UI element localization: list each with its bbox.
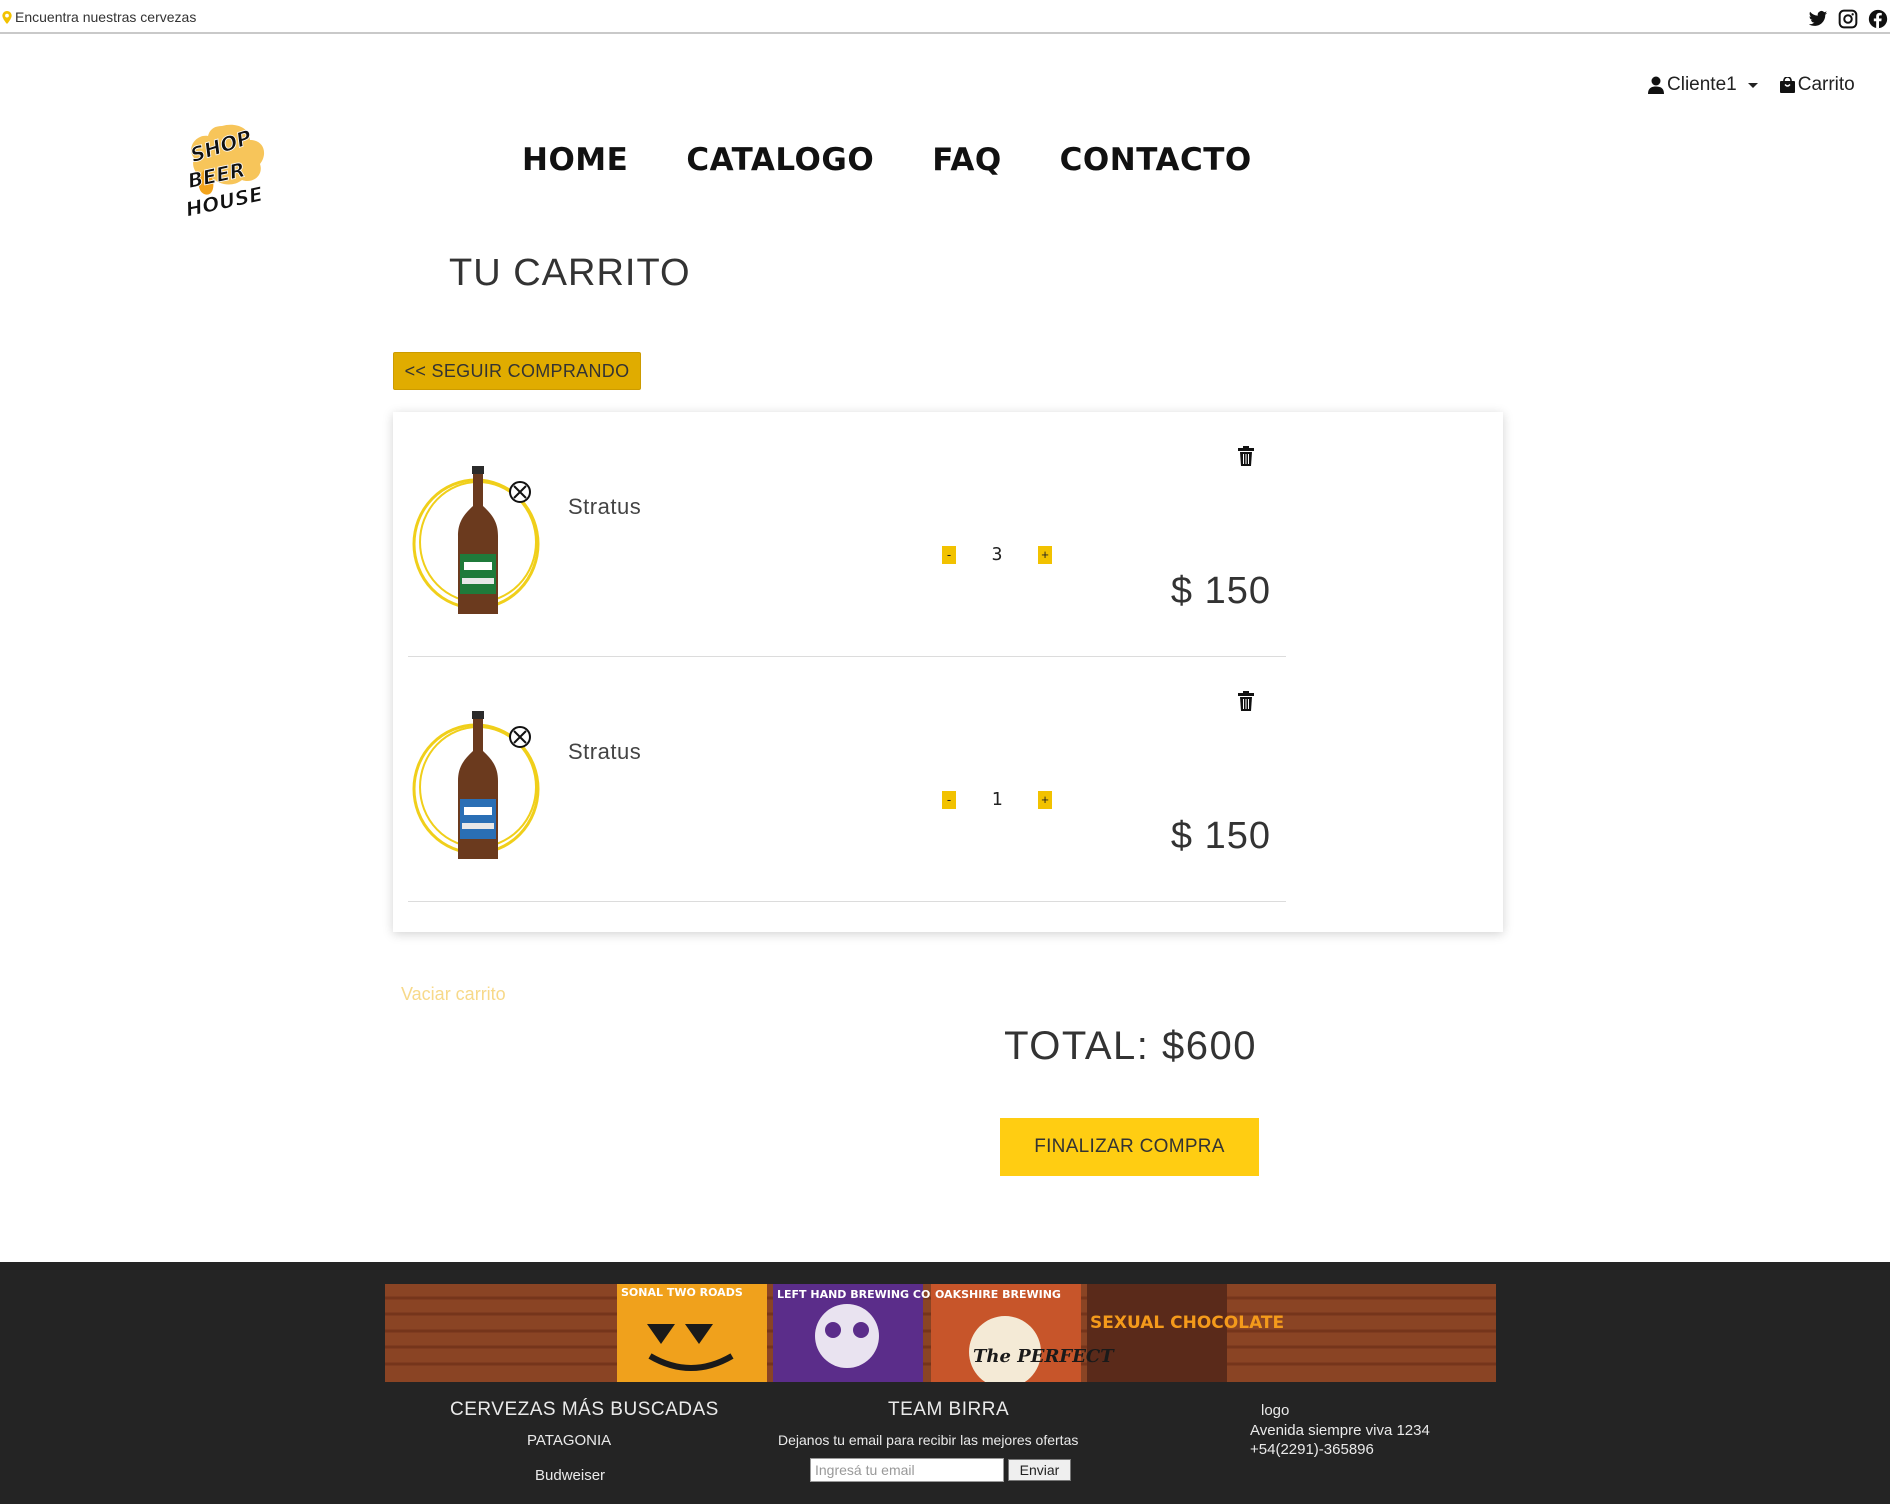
- cart-items-panel: Stratus - 3 + $ 150 Stratus - 1 + $ 150: [393, 412, 1503, 932]
- footer-address: Avenida siempre viva 1234: [1250, 1422, 1430, 1439]
- bottle-label: [460, 799, 496, 839]
- user-name: Cliente1: [1667, 74, 1737, 95]
- product-image: [412, 711, 540, 859]
- nav-catalogo[interactable]: CATALOGO: [686, 142, 874, 178]
- top-bar: Encuentra nuestras cervezas: [0, 0, 1890, 34]
- product-name: Stratus: [568, 739, 642, 764]
- footer-popular-item[interactable]: Budweiser: [535, 1467, 605, 1484]
- checkout-button[interactable]: FINALIZAR COMPRA: [1000, 1118, 1259, 1176]
- beer-bottles-banner: SONAL TWO ROADS LEFT HAND BREWING CO OAK…: [385, 1284, 1496, 1382]
- nav-contacto[interactable]: CONTACTO: [1060, 142, 1252, 178]
- footer-popular-item[interactable]: PATAGONIA: [527, 1432, 611, 1449]
- footer-popular-title: CERVEZAS MÁS BUSCADAS: [450, 1399, 719, 1420]
- decrement-button[interactable]: -: [942, 545, 956, 564]
- social-links: [1808, 9, 1888, 29]
- banner-label: OAKSHIRE BREWING: [935, 1288, 1061, 1301]
- footer-newsletter-title: TEAM BIRRA: [888, 1399, 1010, 1420]
- banner-label: LEFT HAND BREWING CO: [777, 1288, 930, 1301]
- product-name: Stratus: [568, 494, 642, 519]
- nav-faq[interactable]: FAQ: [932, 142, 1001, 178]
- shop-beer-house-logo[interactable]: SHOP BEER HOUSE: [178, 118, 270, 224]
- store-locator-text: Encuentra nuestras cervezas: [15, 9, 197, 25]
- chevron-down-icon: [1747, 82, 1758, 88]
- footer-logo-placeholder: logo: [1261, 1402, 1290, 1419]
- twitter-icon[interactable]: [1808, 9, 1828, 29]
- page-title: TU CARRITO: [449, 252, 691, 294]
- user-dropdown[interactable]: Cliente1: [1648, 74, 1758, 96]
- newsletter-send-button[interactable]: Enviar: [1008, 1459, 1071, 1481]
- item-price: $ 150: [1170, 570, 1271, 612]
- cart-link[interactable]: Carrito: [1779, 74, 1855, 96]
- increment-button[interactable]: +: [1038, 545, 1052, 564]
- quantity-stepper: - 1 +: [942, 789, 1052, 810]
- footer-newsletter-text: Dejanos tu email para recibir las mejore…: [778, 1432, 1079, 1448]
- user-icon: [1648, 76, 1664, 94]
- trash-icon[interactable]: [1238, 691, 1254, 711]
- quantity-stepper: - 3 +: [942, 544, 1052, 565]
- banner-label: SEXUAL CHOCOLATE: [1090, 1313, 1284, 1333]
- nav-home[interactable]: HOME: [522, 142, 628, 178]
- quantity-value: 3: [991, 544, 1003, 565]
- banner-label: SONAL TWO ROADS: [621, 1286, 743, 1299]
- cart-total: TOTAL: $600: [1004, 1024, 1257, 1068]
- cart-item: Stratus - 1 + $ 150: [408, 657, 1286, 902]
- quantity-value: 1: [991, 789, 1003, 810]
- newsletter-email-input[interactable]: Ingresá tu email: [810, 1458, 1004, 1482]
- main-nav: HOME CATALOGO FAQ CONTACTO: [522, 142, 1252, 178]
- banner-label: The PERFECT: [973, 1346, 1115, 1367]
- trash-icon[interactable]: [1238, 446, 1254, 466]
- store-locator-link[interactable]: Encuentra nuestras cervezas: [2, 9, 196, 25]
- increment-button[interactable]: +: [1038, 790, 1052, 809]
- cart-link-label: Carrito: [1797, 74, 1855, 95]
- continue-shopping-button[interactable]: << SEGUIR COMPRANDO: [393, 352, 641, 390]
- facebook-icon[interactable]: [1868, 9, 1888, 29]
- footer-phone: +54(2291)-365896: [1250, 1441, 1374, 1458]
- cart-item: Stratus - 3 + $ 150: [408, 412, 1286, 657]
- instagram-icon[interactable]: [1838, 9, 1858, 29]
- product-image: [412, 466, 540, 614]
- shopping-bag-icon: [1779, 77, 1795, 93]
- footer: SONAL TWO ROADS LEFT HAND BREWING CO OAK…: [0, 1262, 1890, 1504]
- bottle-label: [460, 554, 496, 594]
- item-price: $ 150: [1170, 815, 1271, 857]
- decrement-button[interactable]: -: [942, 790, 956, 809]
- empty-cart-link[interactable]: Vaciar carrito: [401, 984, 506, 1005]
- location-pin-icon: [2, 10, 12, 24]
- account-menu: Cliente1 Carrito: [1648, 74, 1855, 96]
